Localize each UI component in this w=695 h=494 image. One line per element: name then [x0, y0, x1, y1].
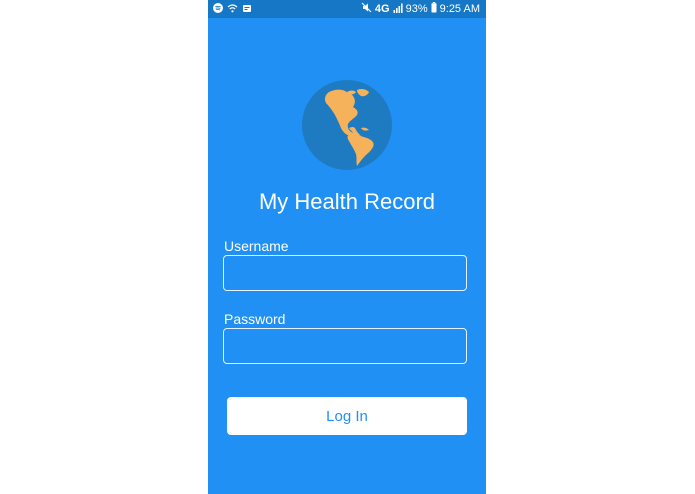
battery-percent: 93%	[405, 3, 428, 15]
spotify-icon	[213, 3, 223, 16]
username-input[interactable]	[223, 255, 467, 291]
app-title: My Health Record	[258, 189, 436, 214]
status-bar: 4G 93% 9:25 AM	[208, 0, 486, 18]
login-button[interactable]: Log In	[227, 397, 467, 435]
username-label: Username	[224, 238, 289, 254]
mute-icon	[361, 2, 372, 16]
globe-icon	[301, 79, 393, 171]
battery-icon	[431, 2, 437, 16]
clock: 9:25 AM	[439, 3, 480, 15]
network-type-label: 4G	[374, 3, 390, 15]
app-screen: 4G 93% 9:25 AM My Health Record Username…	[208, 0, 486, 494]
password-label: Password	[224, 311, 286, 327]
wifi-icon	[227, 3, 238, 16]
notification-icon	[242, 3, 252, 16]
password-input[interactable]	[223, 328, 467, 364]
status-bar-notifications	[213, 3, 252, 16]
signal-icon	[393, 3, 403, 16]
status-bar-system: 4G 93% 9:25 AM	[361, 2, 480, 16]
